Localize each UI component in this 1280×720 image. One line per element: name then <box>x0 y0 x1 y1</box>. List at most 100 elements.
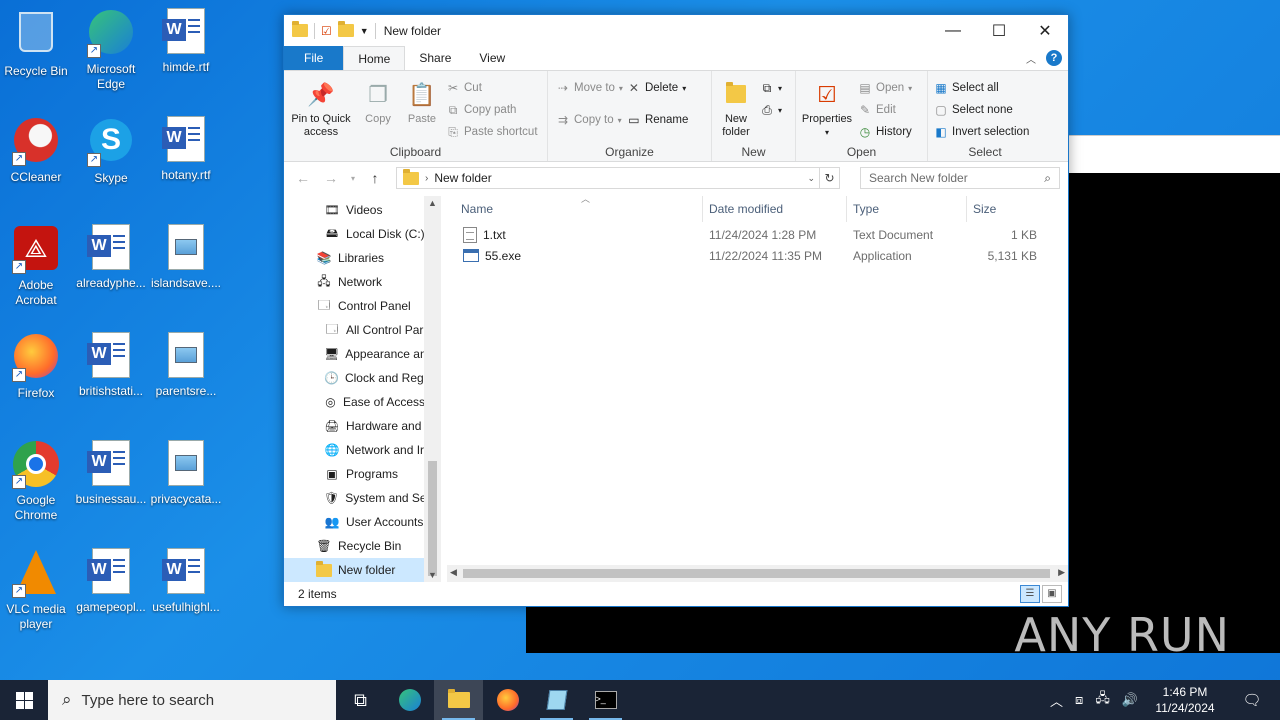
edit-button[interactable]: ✎ Edit <box>858 101 912 119</box>
nav-item[interactable]: 🎞 Videos <box>284 198 441 222</box>
nav-item[interactable]: 🛡 System and Se <box>284 486 441 510</box>
rename-button[interactable]: ▭ Rename <box>627 111 688 129</box>
terminal-icon[interactable]: >_ <box>581 680 630 720</box>
nav-item[interactable]: 📚 Libraries <box>284 246 441 270</box>
paste-shortcut-button[interactable]: ⎘ Paste shortcut <box>446 123 537 141</box>
nav-item[interactable]: ▣ Programs <box>284 462 441 486</box>
scroll-left-icon[interactable]: ◀ <box>450 567 457 578</box>
nav-scroll-thumb[interactable] <box>428 461 437 576</box>
tab-share[interactable]: Share <box>405 46 465 70</box>
select-none-button[interactable]: ▢ Select none <box>934 101 1029 119</box>
scroll-down-icon[interactable]: ▼ <box>424 570 441 580</box>
desktop-icon[interactable]: Whotany.rtf <box>148 116 224 183</box>
tab-view[interactable]: View <box>465 46 519 70</box>
collapse-ribbon-icon[interactable]: ︿ <box>1026 51 1036 66</box>
column-header-date[interactable]: Date modified <box>703 196 847 222</box>
nav-item[interactable]: New folder <box>284 558 441 582</box>
clock[interactable]: 1:46 PM 11/24/2024 <box>1150 684 1220 716</box>
taskbar-search-box[interactable]: ⌕ Type here to search <box>48 680 336 720</box>
search-input[interactable]: Search New folder ⌕ <box>860 167 1060 189</box>
new-folder-quick-icon[interactable] <box>337 21 354 37</box>
column-header-size[interactable]: Size <box>967 196 1047 222</box>
nav-item[interactable]: 🖴 Local Disk (C:) <box>284 222 441 246</box>
nav-item[interactable]: 🕒 Clock and Regi <box>284 366 441 390</box>
desktop-icon[interactable]: Recycle Bin <box>0 8 74 79</box>
meet-now-icon[interactable]: ⧈ <box>1075 692 1083 708</box>
open-button[interactable]: ▤ Open ▾ <box>858 79 912 97</box>
desktop-icon[interactable]: ⟁ ↗ Adobe Acrobat <box>0 224 74 308</box>
back-arrow-icon[interactable]: ← <box>292 170 314 186</box>
forward-arrow-icon[interactable]: → <box>320 170 342 186</box>
help-icon[interactable]: ? <box>1046 50 1062 66</box>
desktop-icon[interactable]: Wbritishstati... <box>73 332 149 399</box>
desktop-icon[interactable]: ↗ VLC media player <box>0 548 74 632</box>
volume-icon[interactable]: 🔊 <box>1122 692 1138 708</box>
desktop-icon[interactable]: S ↗ Skype <box>73 116 149 186</box>
delete-button[interactable]: ✕ Delete ▾ <box>627 79 688 97</box>
nav-item[interactable]: 🗔 Control Panel <box>284 294 441 318</box>
easy-access-button[interactable]: ⎙ ▾ <box>760 101 782 119</box>
desktop-icon[interactable]: islandsave.... <box>148 224 224 291</box>
desktop-icon[interactable]: ↗ Microsoft Edge <box>73 8 149 92</box>
close-button[interactable]: ✕ <box>1022 15 1068 46</box>
notepad-icon[interactable] <box>532 680 581 720</box>
history-button[interactable]: ◷ History <box>858 123 912 141</box>
edge-icon[interactable] <box>385 680 434 720</box>
desktop-icon[interactable]: parentsre... <box>148 332 224 399</box>
maximize-button[interactable]: ☐ <box>976 15 1022 46</box>
nav-item[interactable]: 🗑 Recycle Bin <box>284 534 441 558</box>
horizontal-scroll-thumb[interactable] <box>463 569 1050 578</box>
notification-center-icon[interactable]: 🗨 <box>1232 691 1272 709</box>
nav-scrollbar[interactable]: ▲ ▼ <box>424 196 441 582</box>
nav-item[interactable]: 🖧 Network <box>284 270 441 294</box>
nav-item[interactable]: 🗔 All Control Par <box>284 318 441 342</box>
recent-locations-icon[interactable]: ▾ <box>348 174 358 183</box>
copy-path-button[interactable]: ⧉ Copy path <box>446 101 538 119</box>
up-arrow-icon[interactable]: ↑ <box>364 170 386 186</box>
cut-button[interactable]: ✂ Cut <box>446 79 538 97</box>
desktop-icon[interactable]: privacycata... <box>148 440 224 507</box>
scroll-up-icon[interactable]: ▲ <box>424 198 441 208</box>
invert-selection-button[interactable]: ◧ Invert selection <box>934 123 1029 141</box>
show-hidden-icons-icon[interactable]: ︿ <box>1050 691 1063 710</box>
desktop-icon[interactable]: Wusefulhighl... <box>148 548 224 615</box>
desktop-icon[interactable]: ↗ Firefox <box>0 332 74 401</box>
title-bar[interactable]: ☑ ▼ New folder — ☐ ✕ <box>284 15 1068 46</box>
desktop-icon[interactable]: Wbusinessau... <box>73 440 149 507</box>
nav-item[interactable]: 🖨 Hardware and <box>284 414 441 438</box>
column-header-type[interactable]: Type <box>847 196 967 222</box>
refresh-icon[interactable]: ↻ <box>820 167 840 189</box>
tab-file[interactable]: File <box>284 46 344 70</box>
desktop-icon[interactable]: Wgamepeopl... <box>73 548 149 615</box>
desktop-icon[interactable]: Whimde.rtf <box>148 8 224 75</box>
copy-to-button[interactable]: ⇉ Copy to ▾ <box>556 111 623 129</box>
scroll-right-icon[interactable]: ▶ <box>1058 567 1065 578</box>
tab-home[interactable]: Home <box>343 46 406 70</box>
details-view-icon[interactable]: ☰ <box>1020 585 1040 603</box>
nav-item[interactable]: 👥 User Accounts <box>284 510 441 534</box>
file-explorer-icon[interactable] <box>434 680 483 720</box>
desktop-icon[interactable]: ↗ Google Chrome <box>0 440 74 523</box>
desktop-icon[interactable]: ↗ CCleaner <box>0 116 74 185</box>
nav-item[interactable]: 🖥 Appearance an <box>284 342 441 366</box>
nav-item[interactable]: 🌐 Network and Ir <box>284 438 441 462</box>
select-all-button[interactable]: ▦ Select all <box>934 79 1029 97</box>
address-field[interactable]: › New folder ⌄ <box>396 167 820 189</box>
file-row[interactable]: 55.exe 11/22/2024 11:35 PM Application 5,13… <box>441 245 1068 266</box>
task-view-icon[interactable]: ⧉ <box>336 680 385 720</box>
horizontal-scrollbar[interactable]: ◀ ▶ <box>447 565 1068 582</box>
properties-quick-icon[interactable]: ☑ <box>321 24 332 38</box>
column-header-name[interactable]: Name <box>441 196 703 222</box>
firefox-icon[interactable] <box>483 680 532 720</box>
address-dropdown-icon[interactable]: ⌄ <box>807 173 819 184</box>
move-to-button[interactable]: ⇢ Move to ▾ <box>556 79 623 97</box>
start-button[interactable] <box>0 680 48 720</box>
nav-item[interactable]: ◎ Ease of Access <box>284 390 441 414</box>
minimize-button[interactable]: — <box>930 15 976 46</box>
customize-quick-access-icon[interactable]: ▼ <box>360 26 369 36</box>
new-item-button[interactable]: ⧉ ▾ <box>760 79 782 97</box>
desktop-icon[interactable]: Walreadyphe... <box>73 224 149 291</box>
file-row[interactable]: 1.txt 11/24/2024 1:28 PM Text Document 1 KB <box>441 224 1068 245</box>
large-icons-view-icon[interactable]: ▣ <box>1042 585 1062 603</box>
network-icon[interactable]: 🖧 <box>1095 689 1110 711</box>
